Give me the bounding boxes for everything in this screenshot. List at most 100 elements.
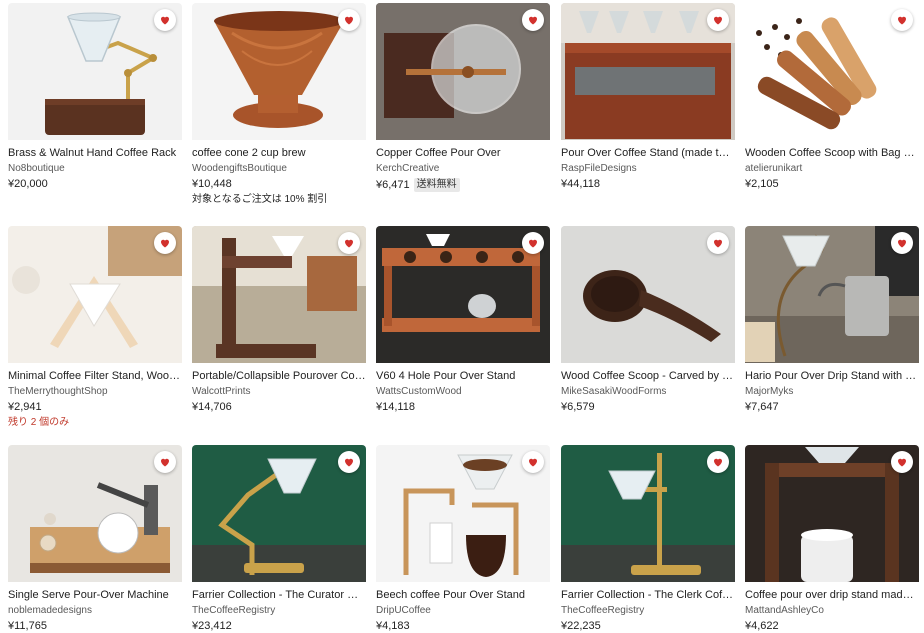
listing-image[interactable]: [8, 445, 182, 582]
listing-price: ¥2,941: [8, 401, 42, 413]
listing-title[interactable]: coffee cone 2 cup brew: [192, 147, 366, 160]
heart-icon: [714, 16, 722, 25]
listing-price: ¥22,235: [561, 620, 601, 632]
favorite-button[interactable]: [707, 451, 729, 473]
listing-image[interactable]: [561, 226, 735, 363]
listing-price: ¥14,706: [192, 401, 232, 413]
heart-icon: [345, 239, 353, 248]
listing-title[interactable]: Brass & Walnut Hand Coffee Rack: [8, 147, 182, 160]
heart-icon: [529, 16, 537, 25]
shop-name: TheMerrythoughtShop: [8, 386, 108, 397]
listing-image[interactable]: [745, 445, 919, 582]
favorite-button[interactable]: [891, 9, 913, 31]
heart-icon: [898, 239, 906, 248]
shop-name: DripUCoffee: [376, 605, 431, 616]
shop-name: MattandAshleyCo: [745, 605, 824, 616]
listing-card[interactable]: Coffee pour over drip stand made from wa…: [745, 445, 919, 633]
listing-title[interactable]: Coffee pour over drip stand made from wa…: [745, 589, 919, 602]
free-shipping-badge: 送料無料: [413, 178, 460, 192]
favorite-button[interactable]: [154, 451, 176, 473]
shop-name: TheCoffeeRegistry: [192, 605, 276, 616]
listing-title[interactable]: Hario Pour Over Drip Stand with V60: [745, 370, 919, 383]
listing-card[interactable]: Wooden Coffee Scoop with Bag Clip atelie…: [745, 3, 919, 191]
listing-card[interactable]: Farrier Collection - The Curator Coffee …: [192, 445, 366, 633]
listing-card[interactable]: Beech coffee Pour Over Stand DripUCoffee…: [376, 445, 550, 633]
shop-name: RaspFileDesigns: [561, 163, 637, 174]
listing-card[interactable]: Pour Over Coffee Stand (made to order) R…: [561, 3, 735, 191]
listing-price: ¥44,118: [561, 178, 600, 190]
favorite-button[interactable]: [707, 232, 729, 254]
promo-text: 対象となるご注文は 10% 割引: [192, 194, 328, 205]
listing-price: ¥20,000: [8, 178, 48, 190]
listing-card[interactable]: Hario Pour Over Drip Stand with V60 Majo…: [745, 226, 919, 414]
listing-price: ¥14,118: [376, 401, 415, 413]
listing-card[interactable]: Single Serve Pour-Over Machine noblemade…: [8, 445, 182, 633]
listing-title[interactable]: Beech coffee Pour Over Stand: [376, 589, 550, 602]
listing-image[interactable]: [8, 226, 182, 363]
listing-title[interactable]: V60 4 Hole Pour Over Stand: [376, 370, 550, 383]
listing-card[interactable]: Wood Coffee Scoop - Carved by Hand MikeS…: [561, 226, 735, 414]
listing-card[interactable]: Copper Coffee Pour Over KerchCreative ¥6…: [376, 3, 550, 192]
listing-title[interactable]: Single Serve Pour-Over Machine: [8, 589, 182, 602]
listing-card[interactable]: Minimal Coffee Filter Stand, Wooden TheM…: [8, 226, 182, 429]
heart-icon: [714, 458, 722, 467]
listing-image[interactable]: [376, 445, 550, 582]
shop-name: MikeSasakiWoodForms: [561, 386, 667, 397]
favorite-button[interactable]: [522, 232, 544, 254]
heart-icon: [898, 16, 906, 25]
heart-icon: [714, 239, 722, 248]
favorite-button[interactable]: [891, 451, 913, 473]
listing-grid: Brass & Walnut Hand Coffee Rack No8bouti…: [0, 0, 924, 633]
favorite-button[interactable]: [891, 232, 913, 254]
listing-image[interactable]: [745, 226, 919, 363]
favorite-button[interactable]: [154, 9, 176, 31]
listing-card[interactable]: Brass & Walnut Hand Coffee Rack No8bouti…: [8, 3, 182, 191]
listing-image[interactable]: [192, 3, 366, 140]
low-stock-notice: 残り 2 個のみ: [8, 417, 70, 428]
listing-image[interactable]: [376, 3, 550, 140]
listing-title[interactable]: Wooden Coffee Scoop with Bag Clip: [745, 147, 919, 160]
shop-name: No8boutique: [8, 163, 65, 174]
listing-title[interactable]: Farrier Collection - The Curator Coffee …: [192, 589, 366, 602]
listing-card[interactable]: coffee cone 2 cup brew WoodengiftsBoutiq…: [192, 3, 366, 206]
listing-title[interactable]: Pour Over Coffee Stand (made to order): [561, 147, 735, 160]
listing-price: ¥4,183: [376, 620, 410, 632]
shop-name: WalcottPrints: [192, 386, 251, 397]
heart-icon: [898, 458, 906, 467]
listing-image[interactable]: [561, 445, 735, 582]
favorite-button[interactable]: [338, 232, 360, 254]
listing-image[interactable]: [192, 226, 366, 363]
listing-card[interactable]: V60 4 Hole Pour Over Stand WattsCustomWo…: [376, 226, 550, 414]
shop-name: KerchCreative: [376, 163, 440, 174]
listing-price: ¥7,647: [745, 401, 779, 413]
listing-title[interactable]: Farrier Collection - The Clerk Coffee St…: [561, 589, 735, 602]
listing-price: ¥10,448: [192, 178, 232, 190]
listing-title[interactable]: Minimal Coffee Filter Stand, Wooden: [8, 370, 182, 383]
heart-icon: [529, 239, 537, 248]
listing-image[interactable]: [561, 3, 735, 140]
favorite-button[interactable]: [522, 9, 544, 31]
listing-title[interactable]: Copper Coffee Pour Over: [376, 147, 550, 160]
listing-price: ¥23,412: [192, 620, 232, 632]
listing-image[interactable]: [8, 3, 182, 140]
heart-icon: [345, 458, 353, 467]
listing-price: ¥2,105: [745, 178, 779, 190]
heart-icon: [529, 458, 537, 467]
shop-name: atelierunikart: [745, 163, 803, 174]
shop-name: WoodengiftsBoutique: [192, 163, 287, 174]
listing-price: ¥11,765: [8, 620, 47, 632]
listing-image[interactable]: [192, 445, 366, 582]
listing-card[interactable]: Portable/Collapsible Pourover Coffee Sta…: [192, 226, 366, 414]
favorite-button[interactable]: [338, 451, 360, 473]
listing-image[interactable]: [745, 3, 919, 140]
listing-image[interactable]: [376, 226, 550, 363]
listing-card[interactable]: Farrier Collection - The Clerk Coffee St…: [561, 445, 735, 633]
favorite-button[interactable]: [154, 232, 176, 254]
favorite-button[interactable]: [522, 451, 544, 473]
shop-name: TheCoffeeRegistry: [561, 605, 645, 616]
favorite-button[interactable]: [707, 9, 729, 31]
favorite-button[interactable]: [338, 9, 360, 31]
heart-icon: [161, 239, 169, 248]
listing-title[interactable]: Wood Coffee Scoop - Carved by Hand: [561, 370, 735, 383]
listing-title[interactable]: Portable/Collapsible Pourover Coffee Sta…: [192, 370, 366, 383]
